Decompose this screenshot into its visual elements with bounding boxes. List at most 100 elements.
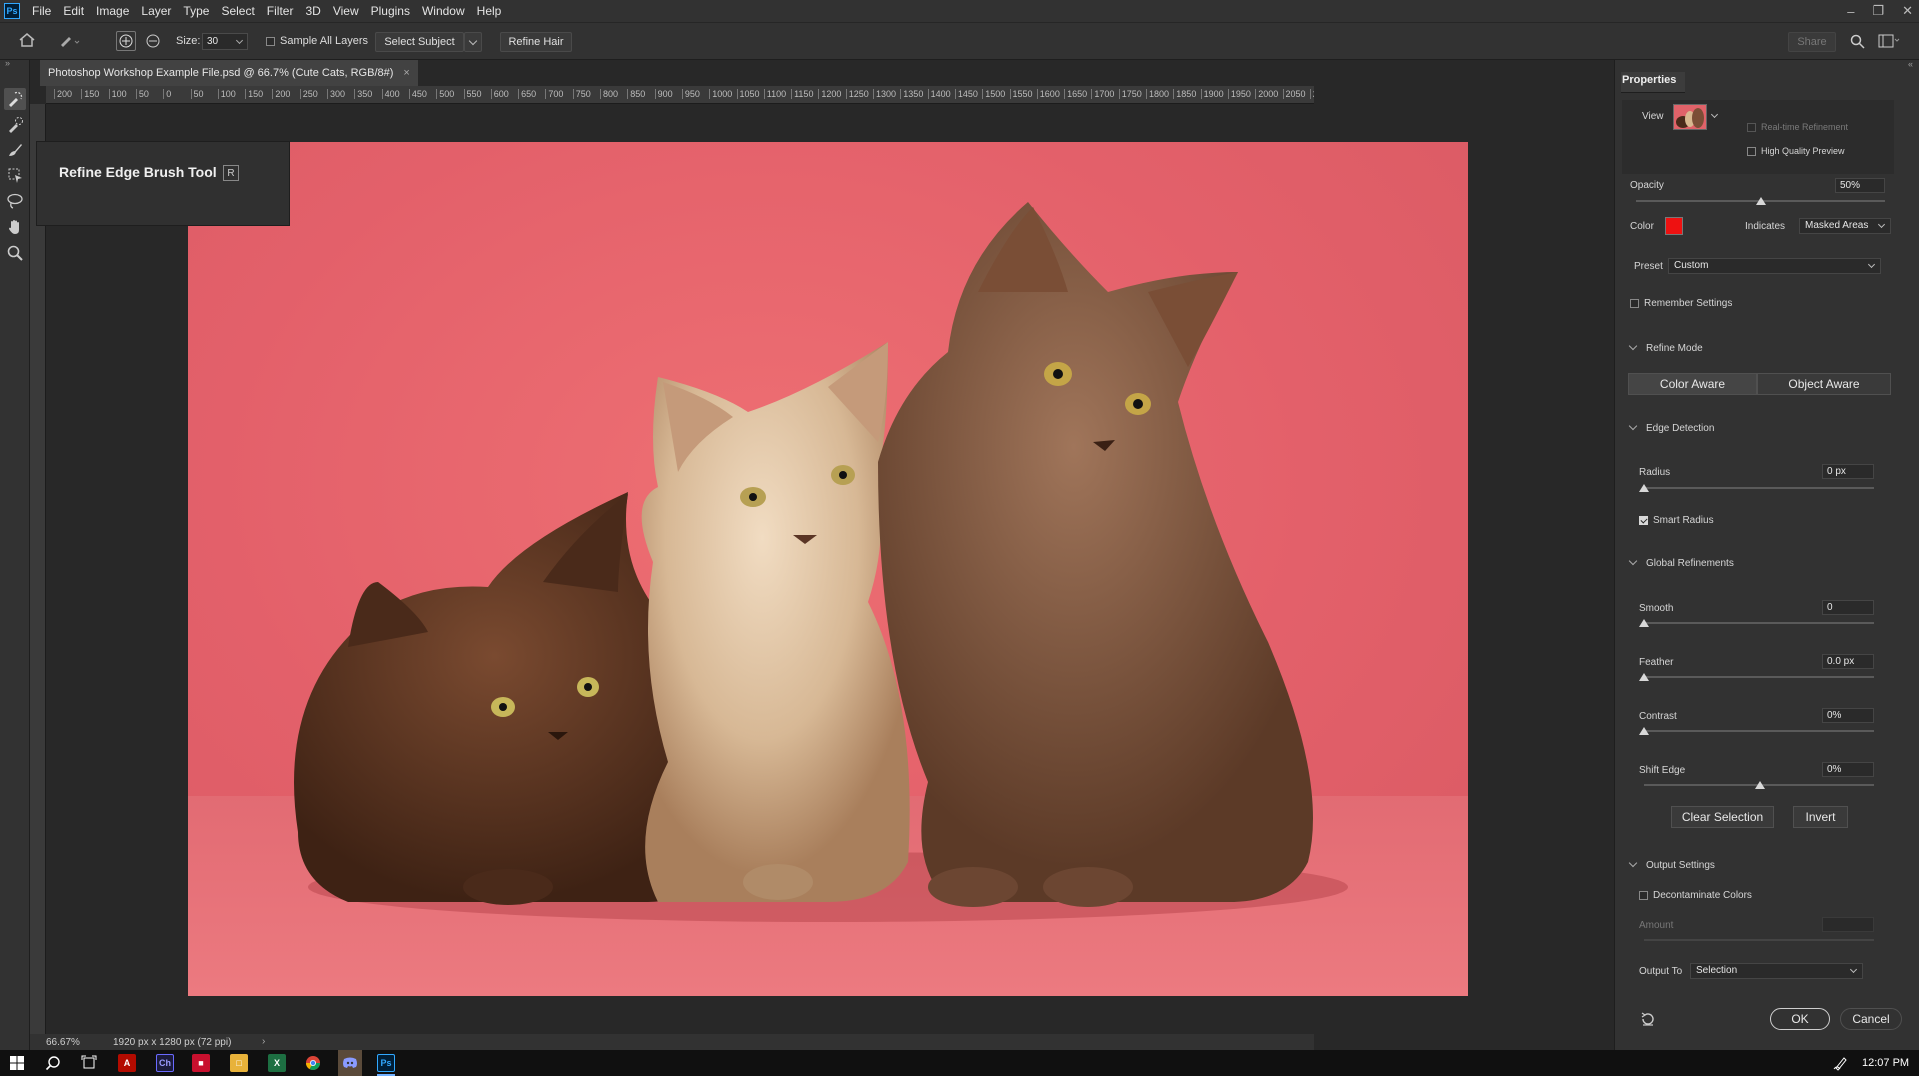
cancel-button[interactable]: Cancel [1840, 1008, 1902, 1030]
select-subject-button[interactable]: Select Subject [375, 32, 464, 52]
collapse-arrows-icon[interactable]: » [5, 58, 10, 68]
size-dropdown-icon[interactable] [235, 36, 244, 45]
zoom-tool-icon[interactable] [4, 242, 26, 264]
opacity-slider-knob[interactable] [1755, 197, 1766, 205]
lasso-tool-icon[interactable] [4, 190, 26, 212]
feather-slider[interactable] [1644, 676, 1874, 678]
pen-workspace-icon[interactable] [1832, 1054, 1850, 1072]
overlay-color-swatch[interactable] [1665, 217, 1683, 235]
high-quality-preview-box[interactable] [1747, 146, 1756, 156]
menu-type[interactable]: Type [177, 0, 215, 22]
smooth-input[interactable]: 0 [1822, 600, 1874, 615]
menu-select[interactable]: Select [215, 0, 260, 22]
menu-file[interactable]: File [26, 0, 57, 22]
brush-preset-icon[interactable] [58, 32, 80, 51]
status-chevron-icon[interactable]: › [262, 1036, 265, 1047]
realtime-refinement-checkbox[interactable]: Real-time Refinement [1747, 122, 1848, 132]
refine-edge-brush-tool-icon[interactable] [4, 88, 26, 110]
cats-photo[interactable] [188, 142, 1468, 996]
shift-edge-input[interactable]: 0% [1822, 762, 1874, 777]
restore-icon[interactable]: ❐ [1872, 3, 1884, 19]
indicates-dropdown[interactable]: Masked Areas [1799, 218, 1891, 234]
menu-image[interactable]: Image [90, 0, 135, 22]
smooth-slider-knob[interactable] [1639, 619, 1649, 627]
clear-selection-button[interactable]: Clear Selection [1671, 806, 1774, 828]
search-icon[interactable] [1850, 34, 1865, 52]
close-window-icon[interactable]: ✕ [1902, 3, 1913, 19]
decontaminate-colors-box[interactable] [1639, 891, 1648, 900]
opacity-input[interactable]: 50% [1835, 178, 1885, 193]
contrast-slider-knob[interactable] [1639, 727, 1649, 735]
decontaminate-colors-checkbox[interactable]: Decontaminate Colors [1639, 890, 1752, 901]
view-label: View [1642, 111, 1664, 122]
search-icon[interactable] [44, 1054, 62, 1072]
realtime-refinement-box[interactable] [1747, 122, 1756, 132]
minimize-icon[interactable]: – [1847, 4, 1854, 19]
document-tab[interactable]: Photoshop Workshop Example File.psd @ 66… [40, 60, 418, 86]
home-icon[interactable] [18, 32, 36, 51]
file-explorer-icon[interactable]: □ [230, 1054, 248, 1072]
preset-dropdown[interactable]: Custom [1668, 258, 1881, 274]
refine-hair-button[interactable]: Refine Hair [500, 32, 572, 52]
task-view-icon[interactable] [80, 1054, 98, 1072]
feather-slider-knob[interactable] [1639, 673, 1649, 681]
discord-icon[interactable] [338, 1050, 362, 1076]
high-quality-preview-checkbox[interactable]: High Quality Preview [1747, 146, 1845, 156]
global-refinements-header[interactable]: Global Refinements [1628, 556, 1734, 569]
view-mode-thumbnail[interactable] [1673, 104, 1707, 130]
invert-button[interactable]: Invert [1793, 806, 1848, 828]
game-app-icon[interactable]: ■ [192, 1054, 210, 1072]
menu-layer[interactable]: Layer [135, 0, 177, 22]
remember-settings-checkbox[interactable]: Remember Settings [1630, 298, 1732, 309]
subtract-from-selection-icon[interactable] [146, 34, 160, 51]
remember-settings-box[interactable] [1630, 299, 1639, 308]
reset-icon[interactable] [1640, 1011, 1656, 1030]
size-input[interactable]: 30 [202, 33, 248, 50]
object-selection-tool-icon[interactable] [4, 164, 26, 186]
workspace-icon[interactable] [1878, 34, 1900, 51]
radius-input[interactable]: 0 px [1822, 464, 1874, 479]
ruler-tick-label: 750 [572, 89, 591, 99]
add-to-selection-icon[interactable] [116, 31, 136, 51]
menu-plugins[interactable]: Plugins [365, 0, 416, 22]
zoom-level[interactable]: 66.67% [46, 1037, 80, 1048]
feather-input[interactable]: 0.0 px [1822, 654, 1874, 669]
character-animator-icon[interactable]: Ch [156, 1054, 174, 1072]
brush-tool-icon[interactable] [4, 139, 26, 161]
ok-button[interactable]: OK [1770, 1008, 1830, 1030]
acrobat-icon[interactable]: A [118, 1054, 136, 1072]
menu-filter[interactable]: Filter [261, 0, 300, 22]
smart-radius-box[interactable] [1639, 516, 1648, 525]
menu-view[interactable]: View [327, 0, 365, 22]
smart-radius-checkbox[interactable]: Smart Radius [1639, 515, 1714, 526]
smooth-slider[interactable] [1644, 622, 1874, 624]
color-aware-button[interactable]: Color Aware [1628, 373, 1757, 395]
contrast-input[interactable]: 0% [1822, 708, 1874, 723]
menu-window[interactable]: Window [416, 0, 471, 22]
contrast-slider[interactable] [1644, 730, 1874, 732]
windows-start-icon[interactable] [8, 1054, 26, 1072]
radius-slider-knob[interactable] [1639, 484, 1649, 492]
refine-mode-header[interactable]: Refine Mode [1628, 341, 1703, 354]
menu-3d[interactable]: 3D [299, 0, 326, 22]
color-label: Color [1630, 221, 1654, 232]
excel-icon[interactable]: X [268, 1054, 286, 1072]
chrome-icon[interactable] [304, 1054, 322, 1072]
hand-tool-icon[interactable] [4, 216, 26, 238]
object-aware-button[interactable]: Object Aware [1757, 373, 1891, 395]
sample-all-layers-checkbox[interactable]: Sample All Layers [266, 35, 368, 47]
output-to-dropdown[interactable]: Selection [1690, 963, 1863, 979]
edge-detection-header[interactable]: Edge Detection [1628, 421, 1714, 434]
share-button[interactable]: Share [1788, 32, 1836, 52]
photoshop-taskbar-icon[interactable]: Ps [377, 1054, 395, 1072]
quick-selection-tool-icon[interactable] [4, 114, 26, 136]
sample-all-layers-box[interactable] [266, 36, 275, 46]
menu-edit[interactable]: Edit [57, 0, 90, 22]
select-subject-dropdown[interactable] [464, 32, 482, 52]
menu-help[interactable]: Help [471, 0, 508, 22]
close-tab-icon[interactable]: × [403, 67, 409, 79]
output-settings-header[interactable]: Output Settings [1628, 858, 1715, 871]
radius-slider[interactable] [1644, 487, 1874, 489]
shift-edge-slider-knob[interactable] [1755, 781, 1765, 789]
panel-collapse-icon[interactable]: « [1908, 59, 1913, 69]
